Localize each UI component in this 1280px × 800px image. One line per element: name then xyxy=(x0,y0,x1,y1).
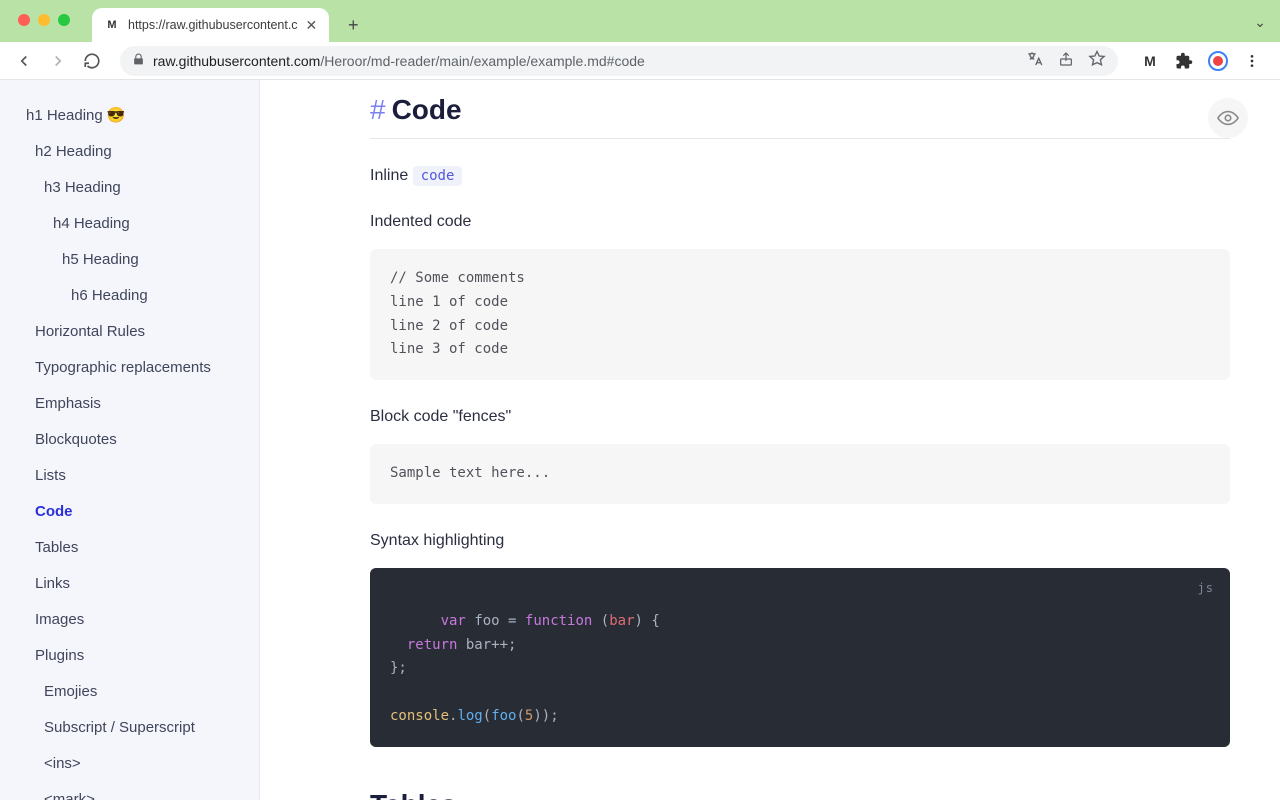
toc-item[interactable]: Typographic replacements xyxy=(0,350,259,386)
inline-code-para: Inline code xyxy=(370,167,1230,185)
share-icon[interactable] xyxy=(1058,51,1074,70)
profile-avatar-icon[interactable] xyxy=(1208,51,1228,71)
extension-icons: M xyxy=(1134,51,1268,71)
new-tab-button[interactable]: + xyxy=(339,11,367,39)
indented-code-block: // Some comments line 1 of code line 2 o… xyxy=(370,249,1230,380)
forward-button[interactable] xyxy=(46,49,70,73)
main-content: # Code Inline code Indented code // Some… xyxy=(260,80,1280,800)
bookmark-star-icon[interactable] xyxy=(1088,50,1106,71)
code-lang-badge: js xyxy=(1198,578,1214,598)
code-heading-text: Code xyxy=(392,94,462,126)
toc-item[interactable]: Tables xyxy=(0,530,259,566)
toc-item[interactable]: h6 Heading xyxy=(0,278,259,314)
indented-code-label: Indented code xyxy=(370,213,1230,231)
toc-item[interactable]: Emphasis xyxy=(0,386,259,422)
url-text: raw.githubusercontent.com/Heroor/md-read… xyxy=(153,53,645,69)
tab-title: https://raw.githubusercontent.c xyxy=(128,18,298,32)
code-heading: # Code xyxy=(370,94,1230,139)
toc-item[interactable]: Links xyxy=(0,566,259,602)
page-content: h1 Heading 😎h2 Headingh3 Headingh4 Headi… xyxy=(0,80,1280,800)
syntax-code-block: jsvar foo = function (bar) { return bar+… xyxy=(370,568,1230,747)
back-button[interactable] xyxy=(12,49,36,73)
reload-button[interactable] xyxy=(80,49,104,73)
toc-item[interactable]: h2 Heading xyxy=(0,134,259,170)
toc-item[interactable]: h5 Heading xyxy=(0,242,259,278)
toc-item[interactable]: Images xyxy=(0,602,259,638)
toc-item[interactable]: <ins> xyxy=(0,746,259,782)
window-controls xyxy=(18,14,70,26)
tab-favicon: M xyxy=(104,17,120,33)
toc-item[interactable]: Horizontal Rules xyxy=(0,314,259,350)
toc-item[interactable]: h4 Heading xyxy=(0,206,259,242)
syntax-label: Syntax highlighting xyxy=(370,532,1230,550)
toc-item[interactable]: Plugins xyxy=(0,638,259,674)
browser-tabstrip: M https://raw.githubusercontent.c ✕ + ⌄ xyxy=(0,0,1280,42)
toc-item[interactable]: Emojies xyxy=(0,674,259,710)
toc-item[interactable]: h3 Heading xyxy=(0,170,259,206)
maximize-window-button[interactable] xyxy=(58,14,70,26)
browser-menu-icon[interactable] xyxy=(1242,51,1262,71)
lock-icon xyxy=(132,53,145,69)
preview-toggle-button[interactable] xyxy=(1208,98,1248,138)
inline-label: Inline xyxy=(370,167,413,184)
fences-code-block: Sample text here... xyxy=(370,444,1230,504)
close-tab-icon[interactable]: ✕ xyxy=(306,17,318,34)
browser-tab[interactable]: M https://raw.githubusercontent.c ✕ xyxy=(92,8,329,42)
toc-item[interactable]: Blockquotes xyxy=(0,422,259,458)
toc-sidebar: h1 Heading 😎h2 Headingh3 Headingh4 Headi… xyxy=(0,80,260,800)
toc-item[interactable]: Subscript / Superscript xyxy=(0,710,259,746)
fences-label: Block code "fences" xyxy=(370,408,1230,426)
browser-toolbar: raw.githubusercontent.com/Heroor/md-read… xyxy=(0,42,1280,80)
address-bar[interactable]: raw.githubusercontent.com/Heroor/md-read… xyxy=(120,46,1118,76)
extensions-puzzle-icon[interactable] xyxy=(1174,51,1194,71)
extension-m-icon[interactable]: M xyxy=(1140,51,1160,71)
translate-icon[interactable] xyxy=(1026,50,1044,71)
toc-item[interactable]: <mark> xyxy=(0,782,259,800)
inline-code: code xyxy=(413,166,463,186)
close-window-button[interactable] xyxy=(18,14,30,26)
minimize-window-button[interactable] xyxy=(38,14,50,26)
addressbar-actions xyxy=(1026,50,1106,71)
toc-item[interactable]: Lists xyxy=(0,458,259,494)
toc-item[interactable]: Code xyxy=(0,494,259,530)
tables-heading: Tables xyxy=(370,789,1230,800)
hash-anchor-icon[interactable]: # xyxy=(370,94,386,126)
toc-item[interactable]: h1 Heading 😎 xyxy=(0,98,259,134)
tabs-overflow-icon[interactable]: ⌄ xyxy=(1254,14,1266,31)
